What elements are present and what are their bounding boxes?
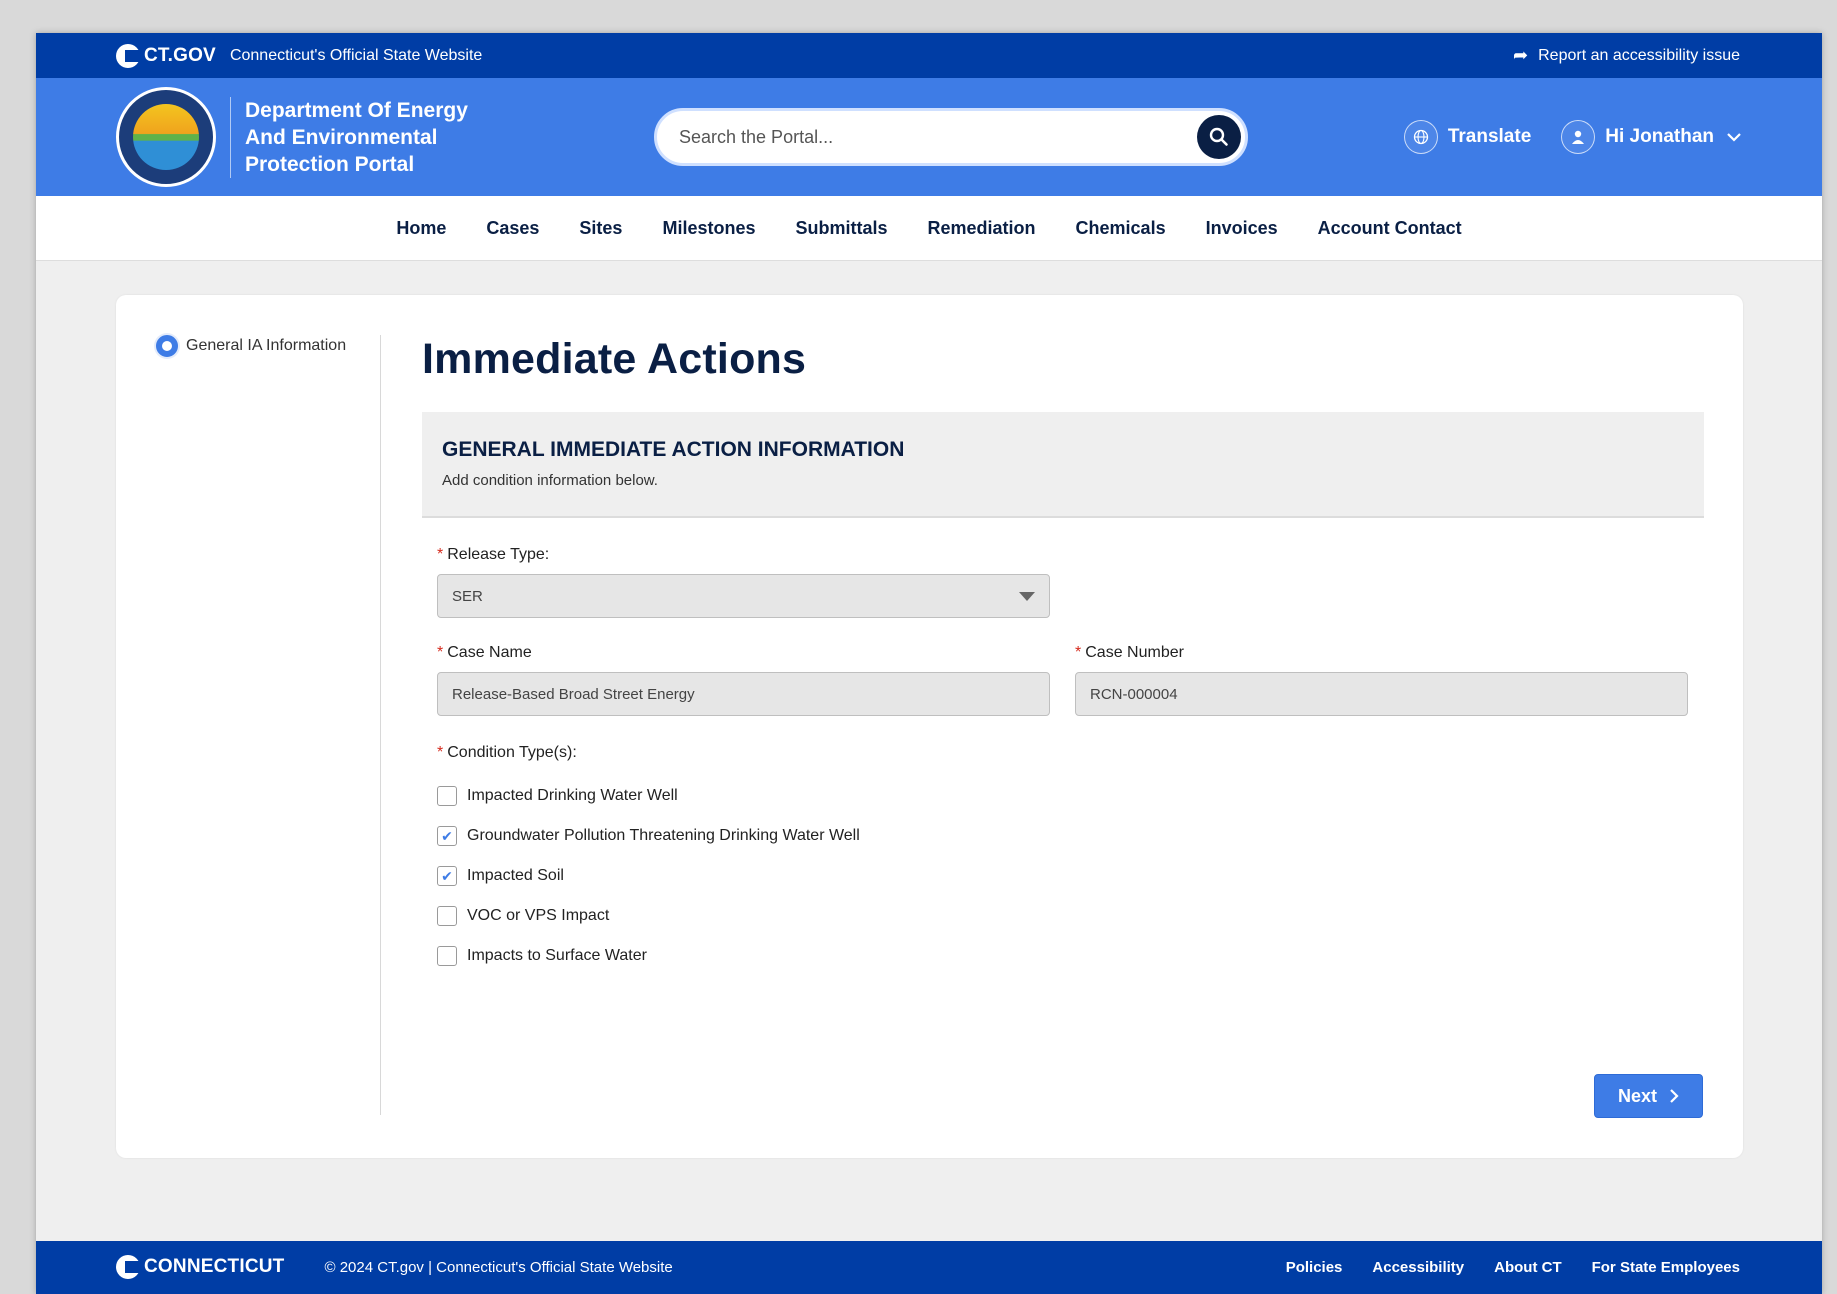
checkmark-icon: ✔ — [441, 867, 453, 884]
immediate-action-form: * Release Type: SER * Case Name Release-Ba… — [422, 518, 1704, 966]
required-marker: * — [437, 546, 444, 563]
case-name-field[interactable]: Release-Based Broad Street Energy — [437, 672, 1050, 716]
share-arrow-icon: ➦ — [1513, 45, 1529, 65]
checkbox-impacted-drinking-water-well[interactable] — [437, 786, 457, 806]
nav-sites[interactable]: Sites — [579, 218, 622, 239]
condition-checkbox-row[interactable]: VOC or VPS Impact — [437, 906, 1689, 926]
nav-cases[interactable]: Cases — [486, 218, 539, 239]
ctgov-logo[interactable]: CT.GOV — [116, 43, 216, 68]
condition-checkbox-row[interactable]: ✔ Impacted Soil — [437, 866, 1689, 886]
nav-remediation[interactable]: Remediation — [928, 218, 1036, 239]
required-marker: * — [437, 744, 444, 761]
release-type-label: * Release Type: — [437, 546, 550, 563]
checkmark-icon: ✔ — [441, 827, 453, 844]
site-footer: CONNECTICUT © 2024 CT.gov | Connecticut'… — [36, 1241, 1822, 1294]
condition-type-group: * Condition Type(s): Impacted Drinking Wa… — [437, 744, 1689, 966]
search-icon — [1209, 127, 1228, 146]
condition-checkbox-row[interactable]: ✔ Groundwater Pollution Threatening Drin… — [437, 826, 1689, 846]
nav-home[interactable]: Home — [396, 218, 446, 239]
report-accessibility-link[interactable]: ➦ Report an accessibility issue — [1513, 45, 1740, 66]
case-fields-row: * Case Name Release-Based Broad Street En… — [437, 644, 1689, 716]
user-menu[interactable]: Hi Jonathan — [1561, 120, 1742, 154]
step-current-indicator-icon — [156, 335, 178, 357]
official-site-tagline: Connecticut's Official State Website — [229, 46, 483, 64]
sunrise-icon — [133, 104, 199, 170]
user-icon — [1561, 120, 1596, 154]
section-subtitle: Add condition information below. — [442, 472, 658, 489]
form-content: Immediate Actions GENERAL IMMEDIATE ACTI… — [422, 335, 1704, 966]
step-sidebar: General IA Information — [156, 335, 381, 1115]
portal-search — [654, 108, 1248, 166]
footer-link-policies[interactable]: Policies — [1286, 1259, 1343, 1276]
checkbox-impacted-soil[interactable]: ✔ — [437, 866, 457, 886]
condition-type-label: * Condition Type(s): — [437, 744, 577, 761]
checkbox-impacts-to-surface-water[interactable] — [437, 946, 457, 966]
nav-chemicals[interactable]: Chemicals — [1076, 218, 1166, 239]
dropdown-caret-icon — [1019, 591, 1035, 601]
search-button[interactable] — [1197, 115, 1241, 159]
release-type-select[interactable]: SER — [437, 574, 1050, 618]
search-input[interactable] — [679, 126, 1159, 148]
section-title: GENERAL IMMEDIATE ACTION INFORMATION — [442, 438, 905, 461]
condition-checkbox-row[interactable]: Impacts to Surface Water — [437, 946, 1689, 966]
case-name-label: * Case Name — [437, 644, 532, 661]
section-header: GENERAL IMMEDIATE ACTION INFORMATION Add… — [422, 412, 1704, 518]
case-name-group: * Case Name Release-Based Broad Street En… — [437, 644, 1050, 716]
footer-link-state-employees[interactable]: For State Employees — [1592, 1259, 1740, 1276]
globe-icon — [1403, 120, 1438, 154]
checkbox-groundwater-pollution[interactable]: ✔ — [437, 826, 457, 846]
ct-logo-icon — [116, 1255, 140, 1279]
connecticut-footer-logo[interactable]: CONNECTICUT — [116, 1255, 284, 1279]
translate-button[interactable]: Translate — [1403, 120, 1531, 154]
required-marker: * — [437, 644, 444, 661]
next-button[interactable]: Next — [1594, 1074, 1703, 1118]
case-number-field[interactable]: RCN-000004 — [1075, 672, 1688, 716]
case-number-group: * Case Number RCN-000004 — [1075, 644, 1688, 716]
department-title: Department Of Energy And Environmental P… — [230, 96, 490, 178]
release-type-group: * Release Type: SER — [437, 546, 1689, 618]
step-general-ia-information[interactable]: General IA Information — [156, 335, 380, 357]
footer-link-about-ct[interactable]: About CT — [1494, 1259, 1561, 1276]
nav-invoices[interactable]: Invoices — [1206, 218, 1278, 239]
case-number-label: * Case Number — [1075, 644, 1184, 661]
nav-submittals[interactable]: Submittals — [795, 218, 887, 239]
page-title: Immediate Actions — [422, 335, 807, 383]
browser-frame: CT.GOV Connecticut's Official State Webs… — [36, 33, 1822, 1294]
chevron-right-icon — [1670, 1089, 1679, 1103]
nav-account-contact[interactable]: Account Contact — [1318, 218, 1462, 239]
nav-milestones[interactable]: Milestones — [662, 218, 755, 239]
footer-copyright: © 2024 CT.gov | Connecticut's Official S… — [324, 1258, 673, 1276]
ct-logo-icon — [116, 43, 140, 68]
main-nav: Home Cases Sites Milestones Submittals R… — [36, 196, 1822, 261]
chevron-down-icon — [1727, 133, 1741, 142]
checkbox-voc-or-vps-impact[interactable] — [437, 906, 457, 926]
portal-header: Department Of Energy And Environmental P… — [36, 78, 1822, 196]
deep-seal-logo[interactable] — [116, 87, 216, 187]
ctgov-topbar: CT.GOV Connecticut's Official State Webs… — [36, 33, 1822, 78]
required-marker: * — [1075, 644, 1082, 661]
condition-checkbox-row[interactable]: Impacted Drinking Water Well — [437, 786, 1689, 806]
form-card: General IA Information Immediate Actions… — [116, 295, 1743, 1158]
footer-link-accessibility[interactable]: Accessibility — [1372, 1259, 1464, 1276]
